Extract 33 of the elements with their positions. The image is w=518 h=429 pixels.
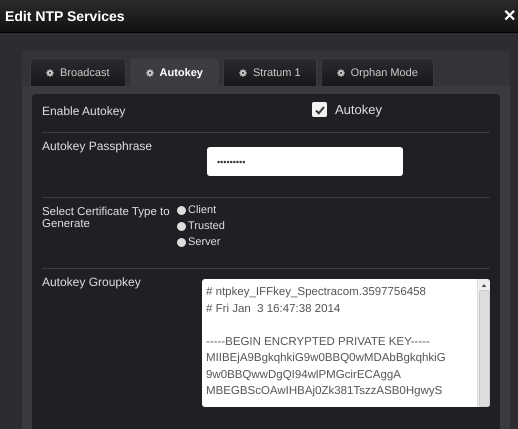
text-line: 9w0BBQwwDgQI94wlPMGcirECAggA bbox=[206, 368, 402, 382]
checkbox-label: Autokey bbox=[335, 102, 382, 117]
text-line: # ntpkey_IFFkey_Spectracom.3597756458 bbox=[206, 285, 427, 300]
gear-icon bbox=[46, 68, 54, 76]
tab[interactable]: Autokey bbox=[130, 58, 219, 86]
radio-label: Client bbox=[188, 204, 216, 216]
tab[interactable]: Orphan Mode bbox=[320, 58, 434, 86]
radio-label: Server bbox=[188, 236, 220, 248]
field-label: Enable Autokey bbox=[42, 103, 126, 118]
gear-icon bbox=[238, 68, 247, 76]
close-button[interactable]: ✕ bbox=[501, 6, 518, 26]
text-line: -----BEGIN ENCRYPTED PRIVATE KEY----- bbox=[206, 334, 431, 350]
scrollbar[interactable] bbox=[477, 279, 490, 407]
text-line: MBEGBScOAwIHBAj0Zk381TszzASB0HgwyS bbox=[206, 384, 444, 399]
checkbox[interactable] bbox=[312, 102, 327, 117]
field-label: Autokey Groupkey bbox=[42, 274, 142, 291]
scrollbar-thumb[interactable] bbox=[478, 290, 490, 407]
text-area[interactable] bbox=[202, 279, 490, 407]
gear-icon bbox=[146, 68, 154, 76]
field-label: Select Certificate Type to Generate bbox=[42, 205, 171, 232]
tab[interactable]: Broadcast bbox=[30, 58, 126, 86]
gear-icon bbox=[336, 68, 345, 76]
radio-button[interactable] bbox=[177, 206, 186, 214]
radio-button[interactable] bbox=[177, 222, 186, 230]
text-line: # Fri Jan 3 16:47:38 2014 bbox=[206, 302, 342, 316]
radio-button[interactable] bbox=[177, 238, 186, 246]
scroll-up-icon bbox=[481, 283, 487, 288]
tab[interactable]: Stratum 1 bbox=[222, 58, 317, 86]
text-line: MIIBEjA9BgkqhkiG9w0BBQ0wMDAbBgkqhkiG bbox=[206, 351, 447, 366]
radio-label: Trusted bbox=[188, 220, 225, 232]
field-label: Autokey Passphrase bbox=[42, 138, 154, 155]
window-title: Edit NTP Services bbox=[5, 8, 125, 24]
password-field[interactable]: ••••••••• bbox=[207, 147, 403, 176]
